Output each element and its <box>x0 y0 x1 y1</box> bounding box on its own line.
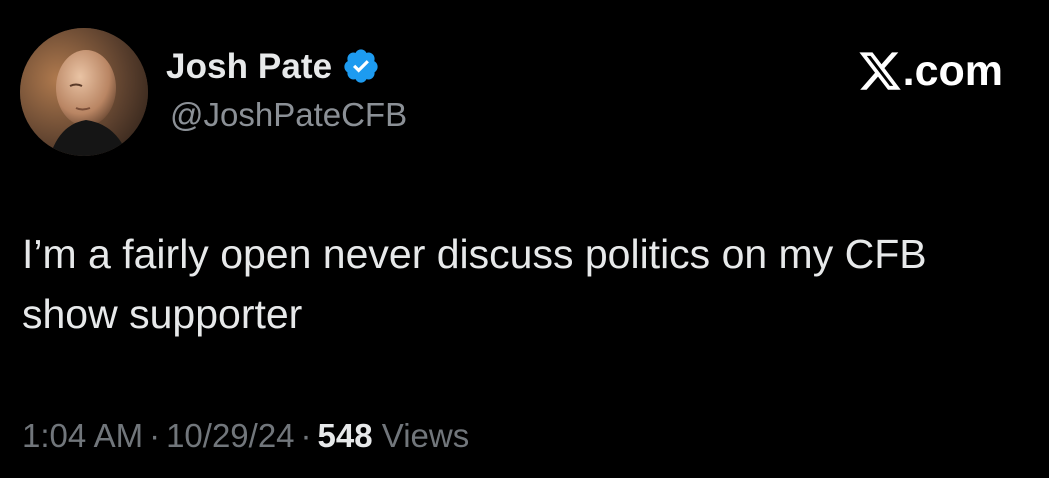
tweet-time[interactable]: 1:04 AM <box>22 417 143 454</box>
x-logo-icon <box>857 48 903 94</box>
tweet-date[interactable]: 10/29/24 <box>166 417 294 454</box>
meta-separator: · <box>300 417 312 454</box>
avatar[interactable] <box>20 28 148 156</box>
views-count[interactable]: 548 <box>318 417 373 454</box>
display-name-row: Josh Pate <box>166 44 380 88</box>
brand-domain-text: .com <box>902 46 1003 95</box>
meta-separator: · <box>149 417 161 454</box>
verified-badge-icon <box>342 47 380 85</box>
tweet-text: I’m a fairly open never discuss politics… <box>22 231 927 337</box>
avatar-photo <box>20 28 148 156</box>
tweet-meta: 1:04 AM · 10/29/24 · 548 Views <box>22 414 469 458</box>
brand-watermark: .com <box>857 48 1003 94</box>
views-label[interactable]: Views <box>382 417 469 454</box>
user-handle[interactable]: @JoshPateCFB <box>170 98 407 131</box>
display-name[interactable]: Josh Pate <box>166 49 332 84</box>
